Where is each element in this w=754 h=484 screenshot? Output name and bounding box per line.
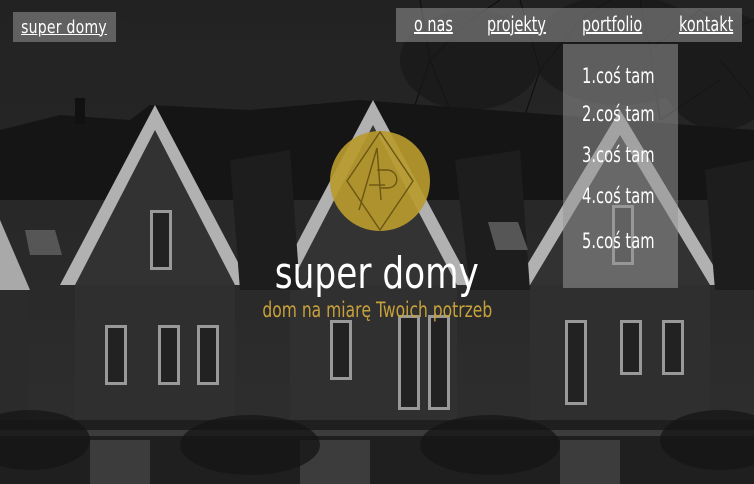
hero-subtitle-text: dom na miarę Twoich potrzeb: [262, 298, 492, 322]
dropdown-item-3[interactable]: 3.coś tam: [582, 143, 655, 167]
ap-monogram-logo-icon: [329, 130, 431, 232]
dropdown-item-1[interactable]: 1.coś tam: [582, 64, 655, 88]
hero-title: super domy: [0, 248, 754, 299]
dropdown-item-4[interactable]: 4.coś tam: [582, 184, 655, 208]
brand-logo-link[interactable]: super domy: [13, 12, 116, 42]
hero-title-text: super domy: [274, 248, 480, 299]
nav-item-o-nas[interactable]: o nas: [414, 12, 453, 36]
top-navigation: o nas projekty portfolio kontakt: [396, 8, 742, 42]
hero-subtitle: dom na miarę Twoich potrzeb: [0, 298, 754, 322]
nav-item-portfolio[interactable]: portfolio: [582, 12, 642, 36]
nav-item-kontakt[interactable]: kontakt: [679, 12, 733, 36]
nav-item-projekty[interactable]: projekty: [487, 12, 546, 36]
dropdown-item-2[interactable]: 2.coś tam: [582, 102, 655, 126]
brand-label[interactable]: super domy: [22, 17, 108, 38]
